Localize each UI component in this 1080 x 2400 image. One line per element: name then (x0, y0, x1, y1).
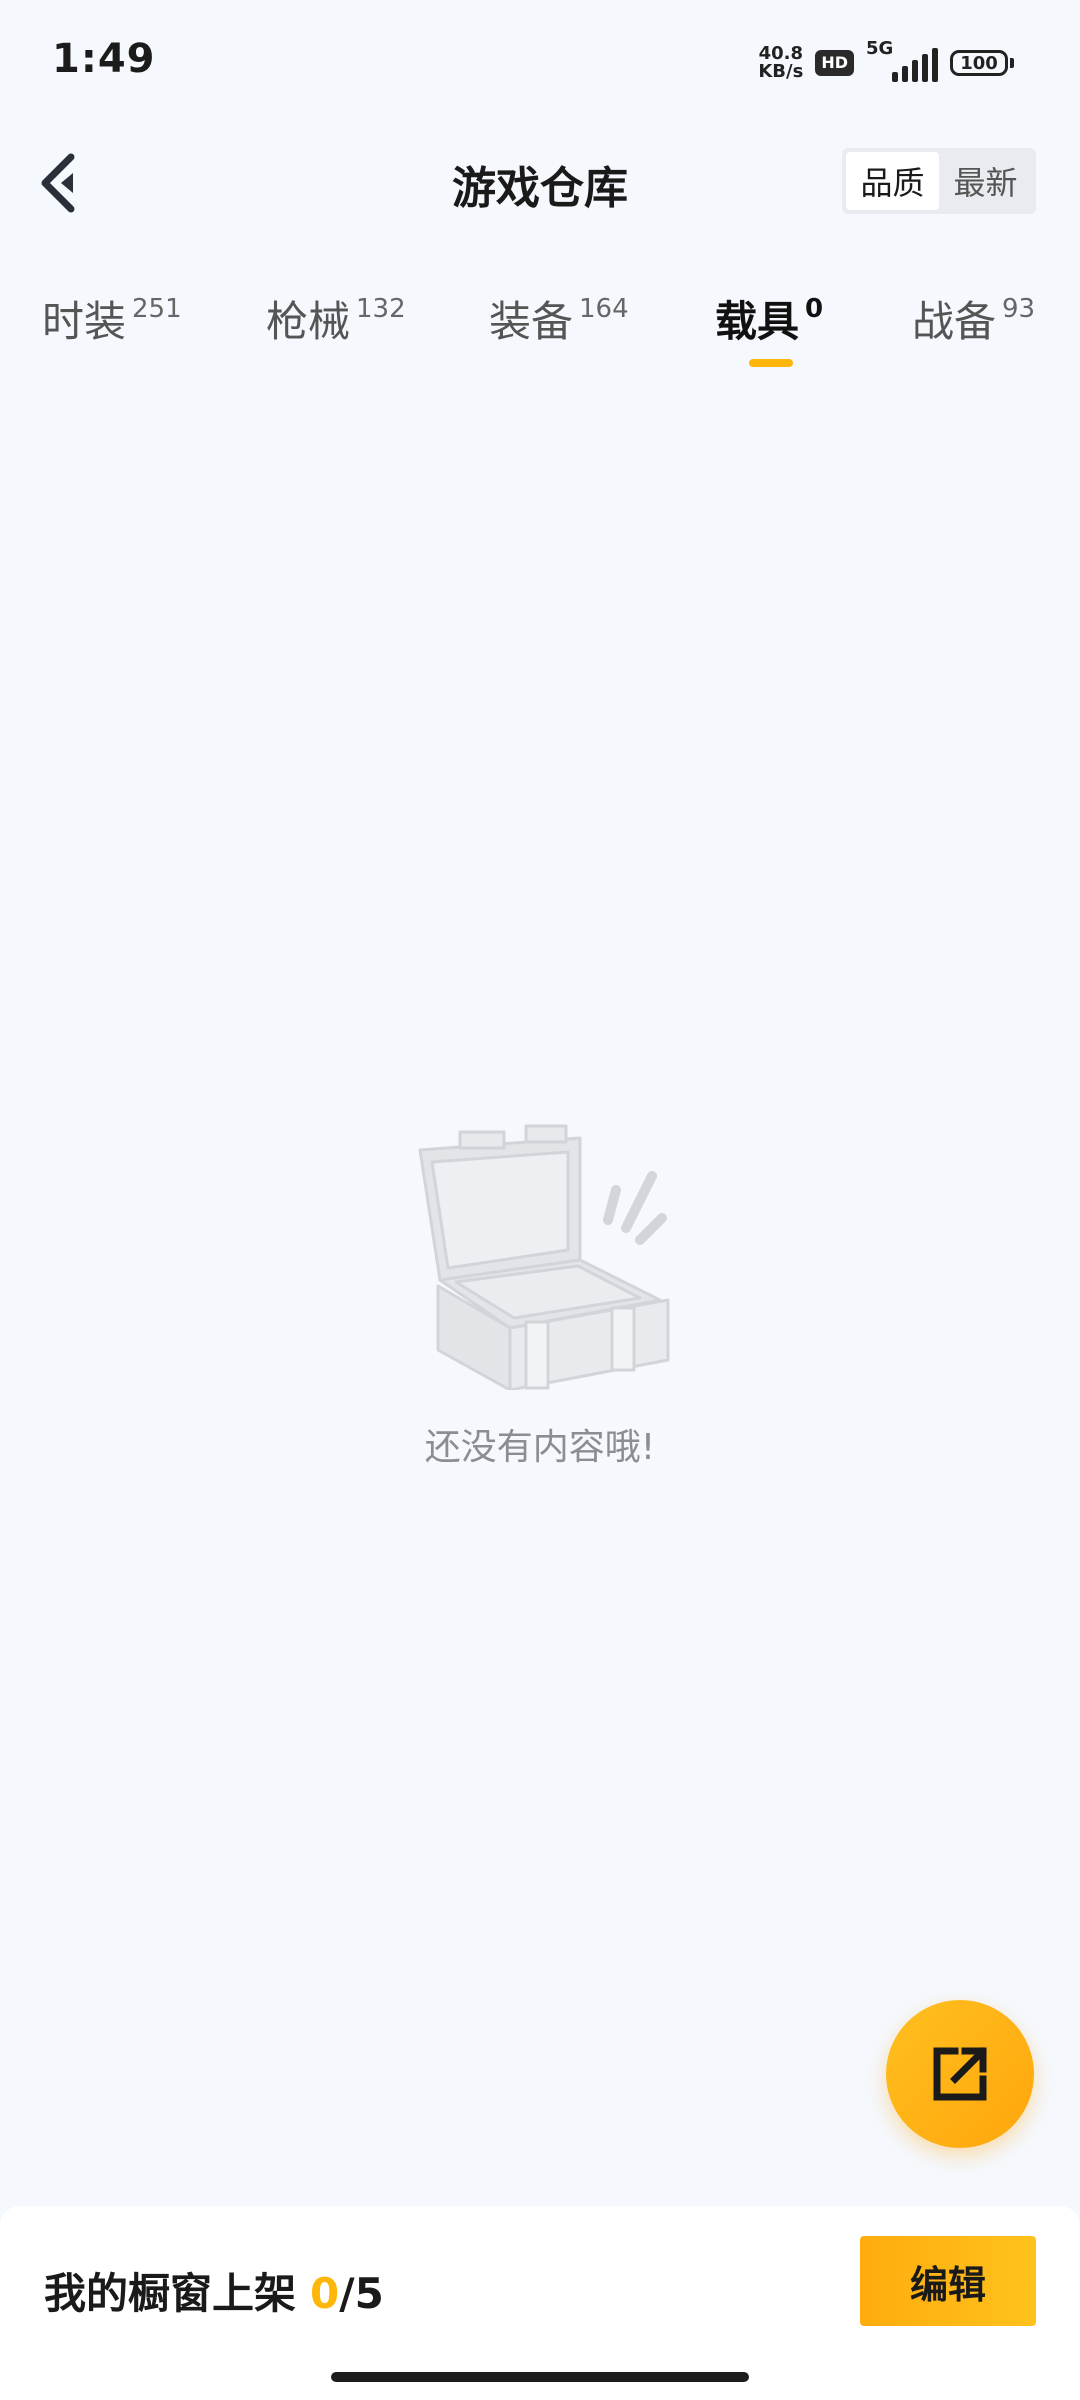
network-speed-unit: KB/s (758, 61, 804, 82)
tab-count: 132 (356, 294, 406, 324)
tab-count: 251 (132, 294, 182, 324)
signal-icon: 5G (866, 38, 938, 82)
sort-quality-button[interactable]: 品质 (846, 152, 939, 210)
share-fab-button[interactable] (886, 2000, 1034, 2148)
status-time: 1:49 (52, 36, 156, 82)
sort-toggle: 品质 最新 (842, 148, 1036, 214)
home-indicator[interactable] (331, 2372, 749, 2382)
tab-combat-gear[interactable]: 战备 93 (912, 292, 1035, 352)
header: 游戏仓库 品质 最新 (0, 128, 1080, 238)
tab-label: 时装 (42, 297, 127, 346)
empty-state: 还没有内容哦! (0, 1110, 1080, 1470)
category-tabs: 时装 251 枪械 132 装备 164 载具 0 战备 93 (0, 280, 1080, 380)
tab-firearms[interactable]: 枪械 132 (266, 292, 406, 352)
tab-label: 战备 (912, 297, 997, 346)
status-bar: 1:49 40.8 KB/s HD 5G 100 (0, 0, 1080, 128)
active-tab-indicator (749, 359, 793, 367)
battery-level: 100 (950, 50, 1008, 76)
tab-count: 164 (579, 294, 629, 324)
tab-equipment[interactable]: 装备 164 (489, 292, 629, 352)
open-chest-icon (418, 1124, 670, 1390)
hd-icon: HD (815, 50, 854, 76)
showcase-current-count: 0 (310, 2269, 340, 2318)
showcase-label: 我的橱窗上架 (44, 2269, 297, 2318)
status-icons: 40.8 KB/s HD 5G 100 (758, 38, 1014, 82)
showcase-separator: / (339, 2269, 355, 2318)
network-type: 5G (866, 38, 894, 59)
sort-newest-button[interactable]: 最新 (939, 152, 1032, 210)
tab-vehicles[interactable]: 载具 0 (715, 292, 823, 352)
showcase-total-count: 5 (354, 2269, 384, 2318)
tab-count: 93 (1002, 294, 1036, 324)
tab-label: 载具 (715, 297, 800, 346)
tab-count: 0 (805, 294, 824, 324)
network-speed: 40.8 KB/s (758, 45, 803, 81)
edit-button[interactable]: 编辑 (860, 2236, 1036, 2326)
battery-icon: 100 (950, 50, 1014, 76)
bottom-bar: 我的橱窗上架 0 / 5 编辑 (0, 2206, 1080, 2400)
tab-label: 装备 (489, 297, 574, 346)
tab-fashion[interactable]: 时装 251 (42, 292, 182, 352)
showcase-shelf-status: 我的橱窗上架 0 / 5 (44, 2260, 384, 2321)
share-external-icon (933, 2047, 987, 2101)
empty-state-message: 还没有内容哦! (424, 1427, 656, 1468)
tab-label: 枪械 (266, 297, 351, 346)
